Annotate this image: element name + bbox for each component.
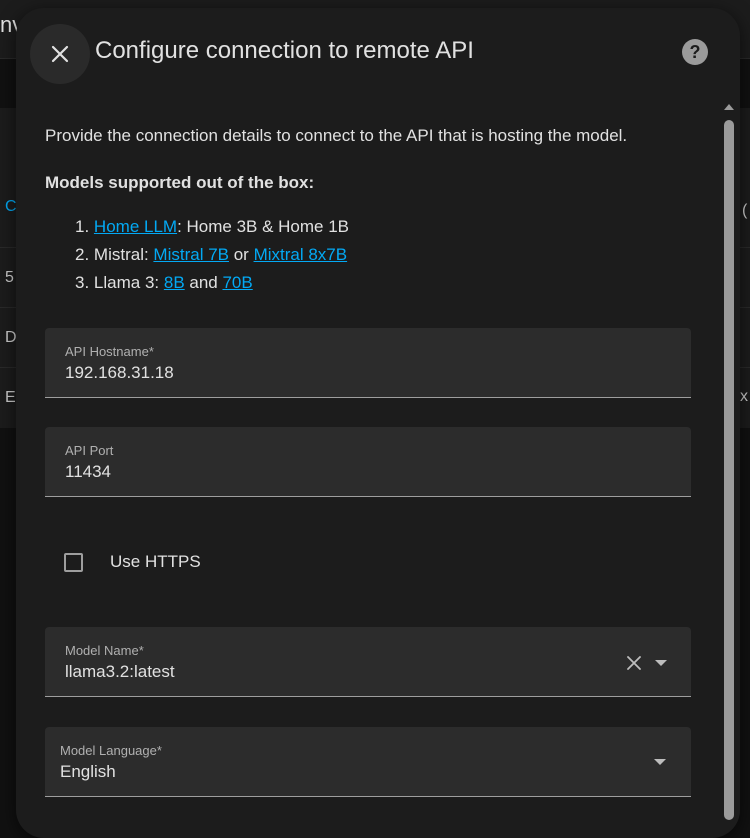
mixtral-8x7b-link[interactable]: Mixtral 8x7B <box>254 245 348 264</box>
scroll-up-icon[interactable] <box>724 104 734 110</box>
list-item: 3. Llama 3: 8B and 70B <box>75 273 349 301</box>
config-dialog: Configure connection to remote API ? Pro… <box>16 8 740 838</box>
background-letter: D <box>5 329 17 346</box>
list-number: 3. <box>75 273 90 292</box>
home-llm-link[interactable]: Home LLM <box>94 217 177 236</box>
llama-8b-link[interactable]: 8B <box>164 273 185 292</box>
chevron-down-icon[interactable] <box>655 660 667 666</box>
model-language-select[interactable]: English <box>60 762 116 782</box>
background-letter: C <box>5 198 17 215</box>
model-name-label: Model Name* <box>65 643 144 658</box>
model-connector: and <box>184 273 223 292</box>
clear-icon[interactable] <box>625 654 643 672</box>
background-letter: x <box>740 388 748 405</box>
list-item: 2. Mistral: Mistral 7B or Mixtral 8x7B <box>75 245 349 273</box>
model-name-field[interactable]: Model Name* llama3.2:latest <box>45 627 691 697</box>
dialog-title: Configure connection to remote API <box>95 37 474 64</box>
chevron-down-icon[interactable] <box>654 759 666 765</box>
api-hostname-field[interactable]: API Hostname* 192.168.31.18 <box>45 328 691 398</box>
model-connector: or <box>229 245 254 264</box>
api-hostname-label: API Hostname* <box>65 344 154 359</box>
models-list: 1. Home LLM: Home 3B & Home 1B 2. Mistra… <box>75 217 349 301</box>
api-port-label: API Port <box>65 443 114 458</box>
scroll-thumb[interactable] <box>724 120 734 820</box>
dialog-description: Provide the connection details to connec… <box>45 126 628 145</box>
background-letter: ( <box>742 202 748 219</box>
list-number: 1. <box>75 217 90 236</box>
model-name-input[interactable]: llama3.2:latest <box>65 662 175 682</box>
model-prefix: Llama 3: <box>93 273 164 292</box>
model-language-label: Model Language* <box>60 743 162 758</box>
api-port-input[interactable]: 11434 <box>65 462 111 482</box>
help-icon[interactable]: ? <box>682 39 708 65</box>
background-letter: 5 <box>5 269 14 286</box>
use-https-label[interactable]: Use HTTPS <box>110 552 201 572</box>
models-heading: Models supported out of the box: <box>45 173 315 192</box>
model-text: : Home 3B & Home 1B <box>177 217 350 236</box>
model-prefix: Mistral: <box>93 245 154 264</box>
use-https-checkbox[interactable] <box>64 552 83 572</box>
model-language-field[interactable]: Model Language* English <box>45 727 691 797</box>
llama-70b-link[interactable]: 70B <box>222 273 252 292</box>
api-hostname-input[interactable]: 192.168.31.18 <box>65 363 174 383</box>
background-letter: E <box>5 389 16 406</box>
list-item: 1. Home LLM: Home 3B & Home 1B <box>75 217 349 245</box>
close-icon <box>51 45 69 63</box>
close-button[interactable] <box>30 24 90 84</box>
api-port-field[interactable]: API Port 11434 <box>45 427 691 497</box>
scrollbar[interactable] <box>722 100 736 838</box>
use-https-row[interactable]: Use HTTPS <box>64 548 201 576</box>
mistral-7b-link[interactable]: Mistral 7B <box>153 245 229 264</box>
list-number: 2. <box>75 245 90 264</box>
